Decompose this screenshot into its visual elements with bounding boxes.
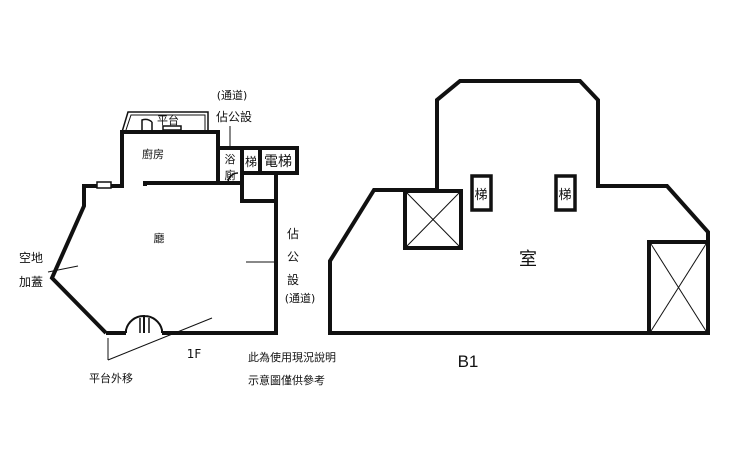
1f-hall-label: 廳 bbox=[154, 231, 165, 245]
1f-occupied-public-right-1: 佔 bbox=[287, 227, 299, 241]
b1-stair-label-right: 梯 bbox=[558, 188, 571, 203]
1f-occupied-public-right-2: 公 bbox=[287, 250, 299, 264]
1f-window-left bbox=[96, 181, 112, 189]
1f-open-space-label-2: 加蓋 bbox=[19, 275, 43, 289]
1f-occupied-public-top-label: 佔公設 bbox=[216, 109, 252, 124]
b1-stair-label-left: 梯 bbox=[474, 188, 487, 203]
1f-stair-label: 梯 bbox=[245, 155, 257, 169]
1f-bath-label-1: 浴 bbox=[225, 153, 236, 166]
1f-bath-label-2: 廁 bbox=[225, 168, 236, 182]
b1-floor-label: B1 bbox=[458, 352, 479, 371]
1f-kitchen-label: 廚房 bbox=[142, 147, 164, 161]
b1-room-label: 室 bbox=[519, 249, 537, 270]
1f-occupied-public-right-3: 設 bbox=[287, 272, 299, 287]
disclaimer-line-2: 示意圖僅供參考 bbox=[248, 373, 325, 387]
1f-platform-moved-label: 平台外移 bbox=[89, 371, 133, 385]
1f-elevator-label: 電梯 bbox=[264, 154, 292, 170]
1f-passage-right-label: (通道) bbox=[285, 291, 316, 305]
1f-floor-label: 1F bbox=[187, 347, 202, 361]
disclaimer-line-1: 此為使用現況說明 bbox=[248, 350, 336, 364]
1f-open-space-label-1: 空地 bbox=[19, 251, 43, 265]
floor-plan-diagram: 平台 廚房 廳 浴 廁 梯 電梯 1F (通道) 佔公設 佔 公 設 (通道) … bbox=[4, 66, 726, 396]
1f-passage-top-label: (通道) bbox=[217, 88, 248, 102]
diagram-background bbox=[4, 66, 726, 396]
1f-platform-label: 平台 bbox=[157, 113, 179, 127]
